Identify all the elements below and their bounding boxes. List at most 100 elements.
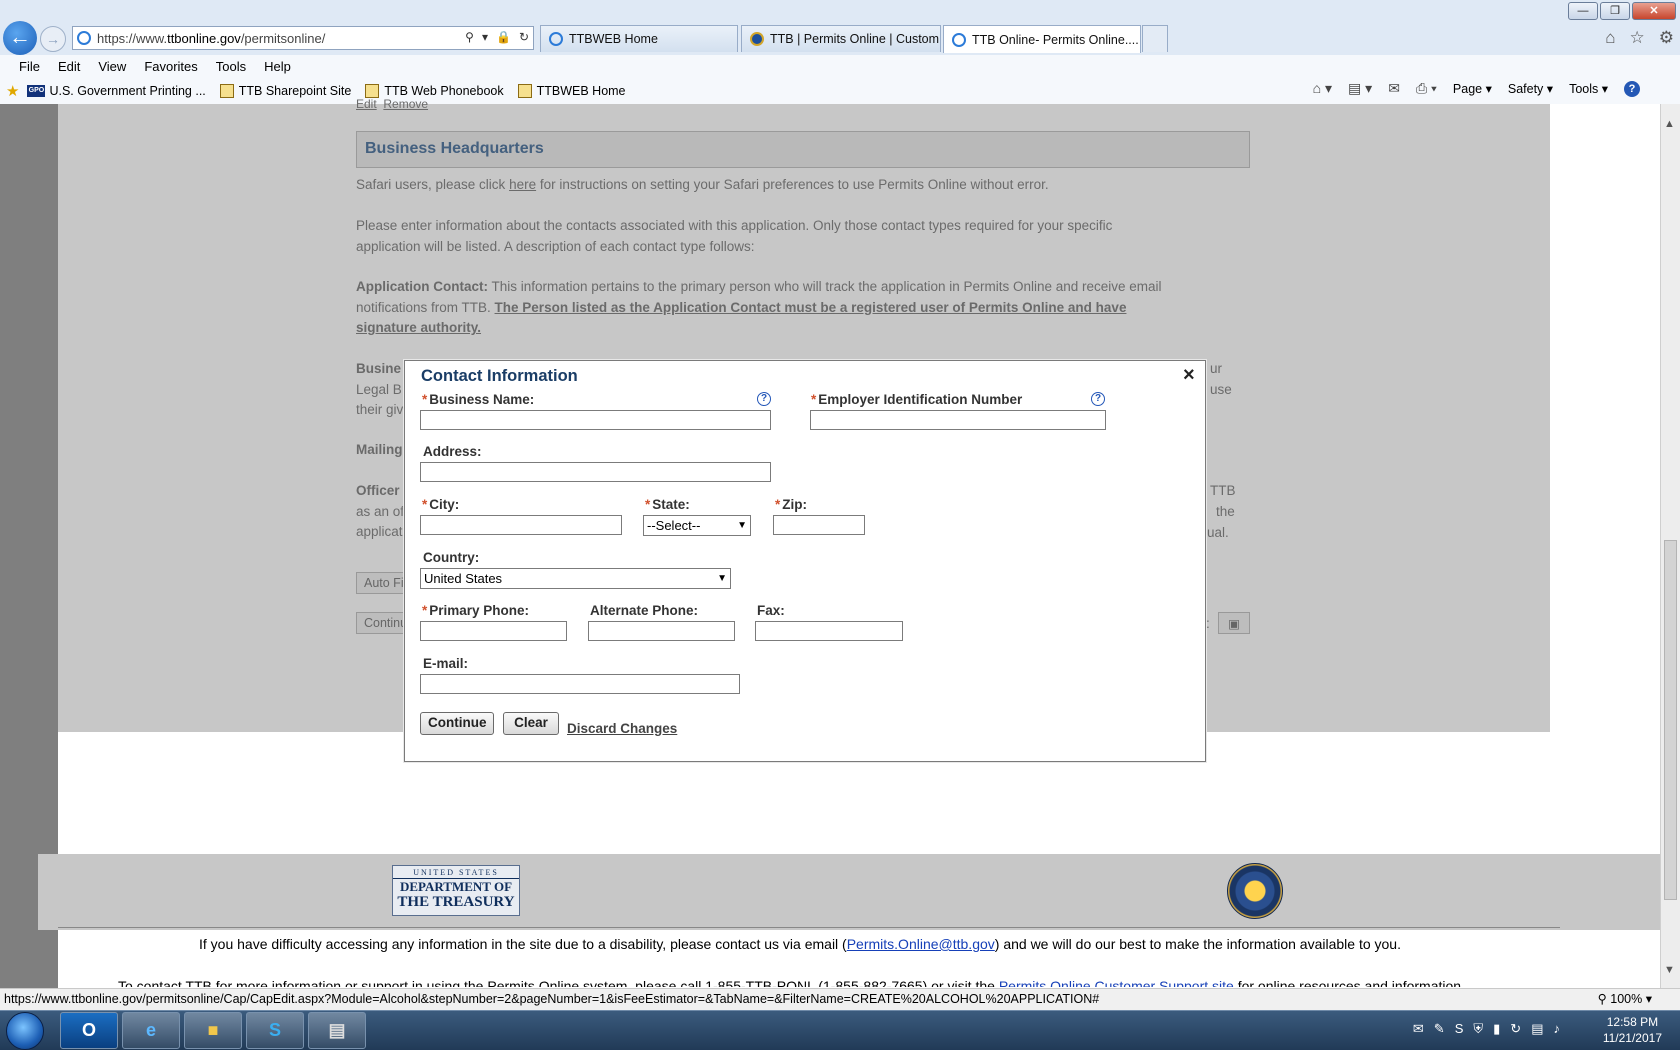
volume-icon[interactable]: ♪ <box>1554 1021 1561 1037</box>
safari-here-link[interactable]: here <box>509 177 536 192</box>
menu-tools[interactable]: Tools <box>207 59 255 74</box>
fav-gpo[interactable]: GPO U.S. Government Printing ... <box>27 84 206 98</box>
vertical-scrollbar[interactable]: ▲ ▼ <box>1660 104 1680 988</box>
outlook-tray-icon[interactable]: ✉ <box>1413 1021 1424 1037</box>
sync-tray-icon[interactable]: ↻ <box>1510 1021 1521 1037</box>
address-input[interactable] <box>420 462 771 482</box>
state-select[interactable]: --Select-- ▼ <box>643 515 751 536</box>
menu-file[interactable]: File <box>10 59 49 74</box>
state-selected-value: --Select-- <box>647 518 701 533</box>
address-label: Address: <box>423 444 482 459</box>
city-input[interactable] <box>420 515 622 535</box>
fax-input[interactable] <box>755 621 903 641</box>
file-explorer-taskbar-icon[interactable]: ■ <box>184 1012 242 1049</box>
frag-ur: ur <box>1210 361 1223 376</box>
alternate-phone-input[interactable] <box>588 621 735 641</box>
zoom-level: 100% <box>1610 992 1643 1006</box>
lock-icon[interactable]: 🔒 <box>496 30 511 44</box>
minimize-button[interactable]: — <box>1568 2 1598 20</box>
continue-button[interactable]: Continue <box>420 712 494 735</box>
auto-fill-button[interactable]: Auto Fi <box>356 572 406 594</box>
primary-phone-input[interactable] <box>420 621 567 641</box>
new-tab-button[interactable] <box>1142 25 1168 52</box>
tools-menu[interactable]: Tools ▾ <box>1569 81 1608 96</box>
tab-ttbweb-home[interactable]: TTBWEB Home <box>540 25 738 52</box>
country-select[interactable]: United States ▼ <box>420 568 731 589</box>
url-path: /permitsonline/ <box>240 30 326 46</box>
skype-taskbar-icon[interactable]: S <box>246 1012 304 1049</box>
safety-menu[interactable]: Safety ▾ <box>1508 81 1553 96</box>
zip-input[interactable] <box>773 515 865 535</box>
dropdown-arrow-icon[interactable]: ▾ <box>482 30 488 44</box>
favorites-star-icon[interactable]: ★ <box>6 82 19 100</box>
menu-help[interactable]: Help <box>255 59 300 74</box>
internet-explorer-taskbar-icon[interactable]: e <box>122 1012 180 1049</box>
restore-button[interactable]: ❐ <box>1600 2 1630 20</box>
email-input[interactable] <box>420 674 740 694</box>
close-icon[interactable]: × <box>1183 364 1195 387</box>
outlook-taskbar-icon[interactable]: O <box>60 1012 118 1049</box>
frag-use: use <box>1210 382 1232 397</box>
network-tray-icon[interactable]: ▤ <box>1531 1021 1543 1037</box>
address-bar[interactable]: https://www. ttbonline.gov/permitsonline/… <box>72 26 534 50</box>
discard-changes-link[interactable]: Discard Changes <box>567 721 677 736</box>
intro-text: Please enter information about the conta… <box>356 216 1112 257</box>
gear-icon[interactable]: ⚙ <box>1659 28 1674 48</box>
back-button[interactable]: ← <box>3 21 37 55</box>
business-name-input[interactable] <box>420 410 771 430</box>
ein-input[interactable] <box>810 410 1106 430</box>
page-menu[interactable]: Page ▾ <box>1453 81 1492 96</box>
forward-button[interactable]: → <box>40 26 66 52</box>
help-icon[interactable]: ? <box>1624 80 1640 97</box>
permits-email-link[interactable]: Permits.Online@ttb.gov <box>847 936 995 952</box>
pen-tray-icon[interactable]: ✎ <box>1434 1021 1445 1037</box>
remove-link[interactable]: Remove <box>383 97 428 111</box>
app-taskbar-icon[interactable]: ▤ <box>308 1012 366 1049</box>
access-post: ) and we will do our best to make the in… <box>994 936 1401 952</box>
tab-permits-online[interactable]: TTB Online- Permits Online....✕ <box>943 25 1141 53</box>
favorites-star-icon[interactable]: ☆ <box>1630 28 1645 48</box>
city-label-text: City: <box>429 497 460 512</box>
close-window-button[interactable]: ✕ <box>1632 2 1676 20</box>
menu-edit[interactable]: Edit <box>49 59 89 74</box>
rss-icon[interactable]: ▤ ▾ <box>1348 80 1372 97</box>
fav-ttbweb[interactable]: TTBWEB Home <box>517 83 626 98</box>
page-icon <box>517 83 532 98</box>
taskbar-clock[interactable]: 12:58 PM 11/21/2017 <box>1603 1014 1662 1046</box>
scroll-down-icon[interactable]: ▼ <box>1664 964 1675 976</box>
start-button[interactable] <box>6 1012 44 1050</box>
refresh-icon[interactable]: ↻ <box>519 30 529 44</box>
help-icon[interactable]: ? <box>757 392 771 406</box>
mail-icon[interactable]: ✉ <box>1388 80 1400 97</box>
skype-tray-icon[interactable]: S <box>1455 1021 1464 1037</box>
scroll-thumb[interactable] <box>1664 540 1677 900</box>
primary-phone-label: * Primary Phone: <box>422 603 529 618</box>
safety-menu-label: Safety <box>1507 82 1544 96</box>
print-icon[interactable]: ⎙ ▾ <box>1416 80 1437 97</box>
ie-page-icon <box>549 32 563 46</box>
search-icon[interactable]: ⚲ <box>465 30 474 44</box>
close-tab-icon[interactable]: ✕ <box>1139 32 1140 48</box>
battery-tray-icon[interactable]: ▮ <box>1493 1021 1500 1037</box>
zoom-control[interactable]: ⚲ 100% ▾ <box>1598 991 1652 1006</box>
menu-favorites[interactable]: Favorites <box>135 59 206 74</box>
customer-support-link[interactable]: Permits Online Customer Support site <box>999 978 1234 987</box>
treasury-logo: UNITED STATES DEPARTMENT OF THE TREASURY <box>392 865 520 916</box>
edit-link[interactable]: Edit <box>356 97 377 111</box>
home-icon[interactable]: ⌂ <box>1605 28 1615 48</box>
menu-view[interactable]: View <box>89 59 135 74</box>
contact-pre: To contact TTB for more information or s… <box>118 978 999 987</box>
clear-button[interactable]: Clear <box>503 712 559 735</box>
clock-time: 12:58 PM <box>1606 1015 1659 1029</box>
tools-menu-label: Tools <box>1569 82 1599 96</box>
tab-permits-customer[interactable]: TTB | Permits Online | Custom... <box>741 25 941 52</box>
shield-icon[interactable]: ⛨ <box>1473 1021 1483 1037</box>
scroll-up-icon[interactable]: ▲ <box>1664 118 1675 130</box>
continue-bg-button[interactable]: Continu <box>356 612 406 634</box>
help-icon[interactable]: ? <box>1091 392 1105 406</box>
treasury-line-3: THE TREASURY <box>397 894 515 910</box>
calendar-icon[interactable]: ▣ <box>1218 612 1250 634</box>
fav-phonebook[interactable]: TTB Web Phonebook <box>365 83 504 98</box>
home-icon[interactable]: ⌂ ▾ <box>1313 80 1332 97</box>
fav-sharepoint[interactable]: TTB Sharepoint Site <box>219 83 351 98</box>
